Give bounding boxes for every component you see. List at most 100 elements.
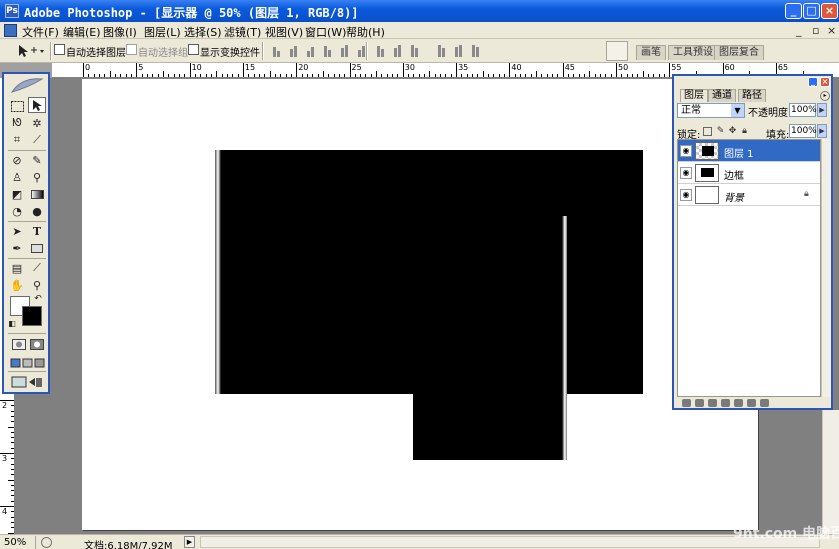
move-tool-icon[interactable] — [28, 97, 46, 113]
well-tab-tool-presets[interactable]: 工具预设 — [668, 45, 718, 60]
layers-scrollbar[interactable] — [821, 139, 831, 397]
distribute-right-icon[interactable] — [469, 44, 482, 57]
eraser-tool-icon[interactable]: ◩ — [8, 186, 26, 202]
background-color-swatch[interactable] — [22, 306, 42, 326]
menu-filter[interactable]: 滤镜(T) — [224, 24, 261, 40]
close-button[interactable]: × — [821, 3, 838, 19]
history-brush-tool-icon[interactable]: ⚲ — [28, 169, 46, 185]
tab-channels[interactable]: 通道 — [708, 89, 736, 102]
link-layers-icon[interactable] — [682, 399, 691, 407]
shape-tool-icon[interactable] — [28, 240, 46, 256]
file-browser-icon[interactable] — [606, 41, 628, 61]
menu-layer[interactable]: 图层(L) — [144, 24, 181, 40]
layer-mask-icon[interactable] — [708, 399, 717, 407]
menu-view[interactable]: 视图(V) — [265, 24, 303, 40]
show-transform-controls-checkbox[interactable] — [188, 44, 199, 55]
standard-mode-icon[interactable] — [10, 336, 28, 352]
menu-image[interactable]: 图像(I) — [103, 24, 137, 40]
lock-image-icon[interactable]: ✎ — [716, 127, 725, 136]
clone-stamp-tool-icon[interactable]: ♙ — [8, 169, 26, 185]
notes-tool-icon[interactable]: ▤ — [8, 260, 26, 276]
screen-mode-buttons-icon[interactable] — [8, 355, 48, 371]
healing-brush-tool-icon[interactable]: ⊘ — [8, 152, 26, 168]
align-vcenter-icon[interactable] — [287, 44, 300, 57]
dodge-tool-icon[interactable]: ● — [28, 203, 46, 219]
brush-tool-icon[interactable]: ✎ — [28, 152, 46, 168]
slice-tool-icon[interactable]: ⟋ — [28, 132, 46, 148]
align-bottom-icon[interactable] — [304, 44, 317, 57]
zoom-tool-icon[interactable]: ⚲ — [28, 277, 46, 293]
distribute-hcenter-icon[interactable] — [452, 44, 465, 57]
magic-wand-tool-icon[interactable]: ✲ — [28, 115, 46, 131]
path-selection-tool-icon[interactable]: ➤ — [8, 223, 26, 239]
marquee-tool-icon[interactable] — [8, 98, 26, 114]
lock-transparent-icon[interactable] — [703, 127, 712, 136]
delete-layer-icon[interactable] — [760, 399, 769, 407]
tab-paths[interactable]: 路径 — [738, 89, 766, 102]
visibility-eye-icon[interactable]: ◉ — [680, 145, 692, 157]
info-icon[interactable] — [41, 537, 52, 548]
quick-mask-mode-icon[interactable] — [28, 336, 46, 352]
layer-row-background[interactable]: ◉ 背景 🔒︎ — [678, 184, 820, 206]
auto-select-layer-checkbox[interactable] — [54, 44, 65, 55]
well-tab-layer-comps[interactable]: 图层复合 — [714, 45, 764, 60]
palette-minimize-button[interactable]: _ — [808, 77, 818, 87]
zoom-level[interactable]: 50% — [4, 537, 26, 548]
menu-edit[interactable]: 编辑(E) — [63, 24, 101, 40]
well-tab-brushes[interactable]: 画笔 — [636, 45, 666, 60]
opacity-input[interactable]: 100% — [789, 103, 817, 117]
new-layer-icon[interactable] — [747, 399, 756, 407]
default-colors-icon[interactable]: ◧ — [7, 318, 17, 328]
menu-help[interactable]: 帮助(H) — [346, 24, 385, 40]
menu-select[interactable]: 选择(S) — [184, 24, 222, 40]
distribute-top-icon[interactable] — [374, 44, 387, 57]
align-hcenter-icon[interactable] — [338, 44, 351, 57]
blend-mode-select[interactable]: 正常 ▼ — [677, 103, 745, 118]
move-tool-preset-icon[interactable] — [16, 43, 46, 59]
document-icon[interactable] — [4, 24, 17, 37]
photoshop-app-icon[interactable]: Ps — [5, 4, 19, 18]
align-top-icon[interactable] — [270, 44, 283, 57]
align-left-icon[interactable] — [321, 44, 334, 57]
distribute-vcenter-icon[interactable] — [391, 44, 404, 57]
vertical-scrollbar[interactable] — [822, 410, 839, 534]
doc-restore-button[interactable]: ▫ — [812, 24, 819, 37]
minimize-button[interactable]: _ — [785, 3, 802, 19]
visibility-eye-icon[interactable]: ◉ — [680, 167, 692, 179]
distribute-bottom-icon[interactable] — [408, 44, 421, 57]
palette-menu-icon[interactable]: ▸ — [820, 91, 830, 101]
status-menu-arrow-icon[interactable]: ▶ — [184, 536, 195, 548]
palette-close-button[interactable]: × — [820, 77, 830, 87]
doc-close-button[interactable]: × — [827, 24, 836, 37]
lock-all-icon[interactable]: 🔒︎ — [740, 127, 749, 136]
crop-tool-icon[interactable]: ⌗ — [8, 132, 26, 148]
doc-minimize-button[interactable]: _ — [796, 24, 802, 37]
lock-position-icon[interactable]: ✥ — [728, 127, 737, 136]
menu-window[interactable]: 窗口(W) — [305, 24, 346, 40]
document-canvas[interactable] — [82, 79, 758, 530]
gradient-tool-icon[interactable] — [28, 186, 46, 202]
opacity-slider-button[interactable]: ▶ — [817, 103, 827, 117]
horizontal-scrollbar[interactable] — [200, 536, 820, 548]
fill-input[interactable]: 100% — [789, 124, 817, 138]
type-tool-icon[interactable]: T — [28, 223, 46, 239]
menu-file[interactable]: 文件(F) — [22, 24, 59, 40]
hand-tool-icon[interactable]: ✋ — [8, 277, 26, 293]
swap-colors-icon[interactable]: ↶ — [32, 294, 44, 304]
layer-row-border[interactable]: ◉ 边框 — [678, 162, 820, 184]
distribute-left-icon[interactable] — [435, 44, 448, 57]
adjustment-layer-icon[interactable] — [721, 399, 730, 407]
lasso-tool-icon[interactable]: ᘚ — [8, 115, 26, 131]
maximize-button[interactable]: □ — [803, 3, 820, 19]
jump-to-imageready-icon[interactable] — [10, 374, 44, 390]
tab-layers[interactable]: 图层 — [680, 89, 708, 102]
eyedropper-tool-icon[interactable]: ⟋ — [28, 260, 46, 276]
layer-row-layer1[interactable]: ◉ 图层 1 — [678, 140, 820, 162]
visibility-eye-icon[interactable]: ◉ — [680, 189, 692, 201]
tools-palette: ᘚ ✲ ⌗ ⟋ ⊘ ✎ ♙ ⚲ ◩ ◔ ● ➤ T ✒ ▤ ⟋ ✋ ⚲ ↶ ◧ — [2, 72, 50, 394]
pen-tool-icon[interactable]: ✒ — [8, 240, 26, 256]
new-group-icon[interactable] — [734, 399, 743, 407]
fill-slider-button[interactable]: ▶ — [817, 124, 827, 138]
blur-tool-icon[interactable]: ◔ — [8, 203, 26, 219]
layer-style-icon[interactable] — [695, 399, 704, 407]
